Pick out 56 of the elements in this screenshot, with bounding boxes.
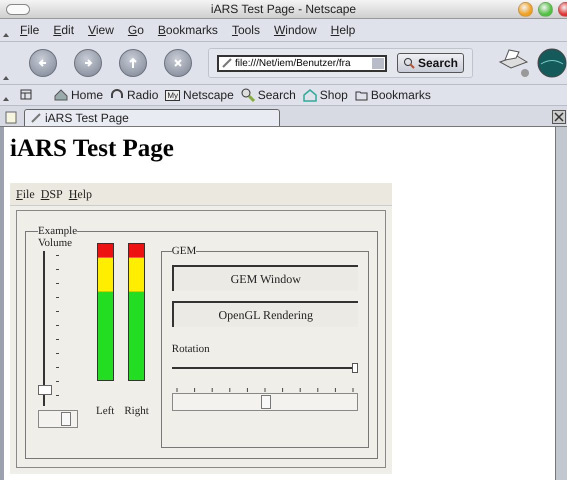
- browser-tab[interactable]: iARS Test Page: [24, 109, 280, 126]
- menu-item[interactable]: Tools: [232, 23, 260, 37]
- arrow-left-icon: [36, 57, 49, 69]
- house-icon: [54, 89, 68, 101]
- bookmark-link[interactable]: My Netscape: [165, 88, 234, 102]
- globe-logo-icon[interactable]: [537, 48, 567, 78]
- close-tab-icon[interactable]: [552, 110, 566, 124]
- slider-thumb[interactable]: [352, 363, 358, 373]
- menu-item[interactable]: Help: [68, 186, 92, 202]
- rotation-scrollbar[interactable]: [172, 393, 358, 411]
- volume-scrollbar[interactable]: [38, 410, 78, 428]
- search-icon: [402, 57, 415, 69]
- menu-item[interactable]: Help: [330, 23, 356, 37]
- collapse-grip-icon[interactable]: [3, 97, 9, 101]
- menu-item[interactable]: Window: [274, 23, 317, 37]
- toggle-button[interactable]: GEM Window: [172, 265, 358, 291]
- vertical-scrollbar[interactable]: [555, 127, 567, 480]
- arrow-up-icon: [126, 57, 139, 69]
- menu-item[interactable]: View: [88, 23, 114, 37]
- collapse-grip-icon[interactable]: [2, 76, 9, 80]
- folder-icon: [354, 90, 368, 100]
- collapse-grip-icon[interactable]: [3, 33, 9, 37]
- reload-button[interactable]: [118, 49, 147, 77]
- bookmark-link[interactable]: Shop: [302, 88, 348, 102]
- bookmark-link[interactable]: Search: [240, 88, 296, 102]
- magnifier-icon: [240, 88, 255, 102]
- menu-item[interactable]: Go: [128, 23, 144, 37]
- stop-button[interactable]: [164, 49, 192, 77]
- page-heading: iARS Test Page: [10, 135, 174, 163]
- group-label: GEM: [172, 245, 196, 257]
- headphones-icon: [110, 89, 124, 101]
- search-button[interactable]: Search: [396, 53, 464, 73]
- bookmark-link[interactable]: Home: [54, 88, 104, 102]
- toggle-button[interactable]: OpenGL Rendering: [172, 301, 358, 327]
- bookmark-link[interactable]: Radio: [110, 88, 158, 102]
- group-label: Example: [38, 225, 78, 237]
- volume-label: Volume: [38, 237, 72, 249]
- address-field[interactable]: file:///Net/iem/Benutzer/fra: [216, 54, 387, 72]
- menu-item[interactable]: Bookmarks: [158, 23, 218, 37]
- menu-item[interactable]: File: [20, 23, 40, 37]
- channel-label: Left: [96, 405, 114, 417]
- back-button[interactable]: [28, 49, 57, 77]
- x-icon: [172, 57, 184, 69]
- rotation-label: Rotation: [172, 343, 211, 355]
- bookmark-link[interactable]: Bookmarks: [354, 88, 431, 102]
- shop-icon: [302, 88, 317, 102]
- window-pill-icon[interactable]: [6, 4, 30, 15]
- forward-button[interactable]: [74, 49, 102, 77]
- new-tab-icon[interactable]: [4, 110, 18, 124]
- printer-icon[interactable]: [497, 48, 531, 78]
- menu-item[interactable]: File: [16, 186, 35, 202]
- menu-item[interactable]: DSP: [40, 186, 63, 202]
- menu-item[interactable]: Edit: [53, 23, 74, 37]
- channel-label: Right: [124, 405, 149, 417]
- window-title: iARS Test Page - Netscape: [210, 2, 356, 16]
- slider-thumb[interactable]: [38, 384, 52, 395]
